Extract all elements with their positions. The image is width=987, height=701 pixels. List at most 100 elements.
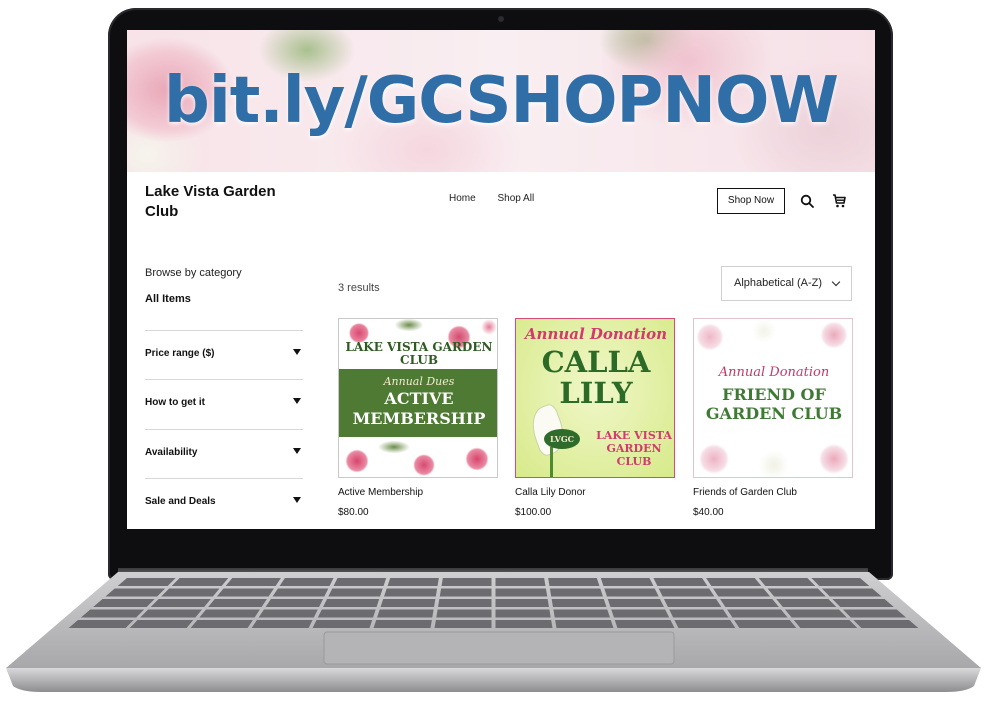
filter-label: Sale and Deals (145, 496, 216, 507)
product-art-script: Annual Dues (383, 375, 455, 388)
filter-price-range[interactable]: Price range ($) (145, 330, 303, 380)
filter-availability[interactable]: Availability (145, 429, 303, 479)
keyboard-key (199, 609, 260, 618)
keyboard-key (611, 609, 670, 618)
keyboard-key (380, 599, 436, 607)
category-all-items[interactable]: All Items (145, 293, 191, 305)
keyboard-key (441, 578, 492, 586)
keyboard-key (93, 599, 155, 607)
keyboard-key (658, 588, 715, 597)
nav-shop-all-link[interactable]: Shop All (497, 193, 534, 204)
product-card-active-membership[interactable]: LAKE VISTA GARDEN CLUB Annual Dues ACTIV… (338, 318, 498, 518)
product-price: $80.00 (338, 507, 369, 518)
filter-how-to-get-it[interactable]: How to get it (145, 379, 303, 429)
promo-banner: bit.ly/GCSHOPNOW (127, 30, 875, 172)
search-icon[interactable] (800, 194, 814, 208)
filter-label: Availability (145, 447, 198, 458)
sort-dropdown[interactable]: Alphabetical (A-Z) (721, 266, 852, 301)
nav-home-link[interactable]: Home (449, 193, 476, 204)
keyboard-key (720, 599, 779, 607)
caret-down-icon (293, 497, 301, 503)
filter-label: Price range ($) (145, 348, 215, 359)
caret-down-icon (293, 349, 301, 355)
keyboard-key (105, 588, 166, 597)
keyboard-key (727, 609, 788, 618)
shop-now-button[interactable]: Shop Now (717, 188, 785, 214)
filter-sale-and-deals[interactable]: Sale and Deals (145, 478, 303, 528)
keyboard-key (312, 620, 373, 628)
keyboard-key (548, 578, 600, 586)
keyboard-key (811, 578, 870, 586)
caret-down-icon (293, 398, 301, 404)
product-name[interactable]: Calla Lily Donor (515, 487, 675, 498)
keyboard-key (653, 578, 708, 586)
results-count: 3 results (338, 282, 380, 294)
product-image[interactable]: Annual Donation CALLA LILY LVGC LAKE VIS… (515, 318, 675, 478)
keyboard-key (438, 599, 492, 607)
filter-label: How to get it (145, 397, 205, 408)
keyboard-key (604, 588, 659, 597)
keyboard-key (225, 578, 281, 586)
keyboard-key (767, 588, 826, 597)
product-image[interactable]: LAKE VISTA GARDEN CLUB Annual Dues ACTIV… (338, 318, 498, 478)
lvgc-badge: LVGC (544, 429, 580, 449)
keyboard-key (208, 599, 267, 607)
product-art-club-name: LAKE VISTA GARDEN CLUB (345, 340, 493, 367)
product-card-friends-of-garden-club[interactable]: Annual Donation FRIEND OF GARDEN CLUB Fr… (693, 318, 853, 518)
keyboard-key (387, 578, 439, 586)
club-line: LAKE VISTA (596, 429, 672, 442)
keyboard-key (600, 578, 654, 586)
keyboard-key (80, 609, 145, 618)
product-name[interactable]: Friends of Garden Club (693, 487, 853, 498)
keyboard-key (669, 609, 729, 618)
keyboard-key (434, 620, 492, 628)
keyboard-key (551, 599, 607, 607)
keyboard-key (317, 609, 376, 618)
product-name[interactable]: Active Membership (338, 487, 498, 498)
keyboard-key (377, 609, 434, 618)
product-art-club-name: LAKE VISTA GARDEN CLUB (594, 429, 674, 468)
keyboard-key (674, 620, 736, 628)
keyboard-key (784, 609, 847, 618)
keyboard-key (373, 620, 432, 628)
keyboard-key (555, 620, 614, 628)
product-art-title-line2: MEMBERSHIP (352, 409, 486, 428)
keyboard-key (161, 588, 220, 597)
product-art-title-line2: LILY (559, 376, 633, 410)
chevron-down-icon (831, 277, 841, 287)
sort-selected-value: Alphabetical (A-Z) (734, 277, 823, 289)
product-art-title: FRIEND OF GARDEN CLUB (694, 385, 852, 423)
keyboard-key (258, 609, 318, 618)
keyboard-key (495, 599, 549, 607)
banner-url-text[interactable]: bit.ly/GCSHOPNOW (127, 64, 875, 138)
keyboard-key (436, 609, 492, 618)
keyboard-key (553, 609, 610, 618)
keyboard-key (117, 578, 176, 586)
keyboard-key (150, 599, 211, 607)
keyboard-key (495, 578, 546, 586)
keyboard-key (776, 599, 837, 607)
keyboard-key (272, 588, 329, 597)
keyboard-key (216, 588, 274, 597)
keyboard-key (713, 588, 771, 597)
product-image[interactable]: Annual Donation FRIEND OF GARDEN CLUB (693, 318, 853, 478)
club-line: GARDEN (606, 442, 662, 455)
browser-viewport: bit.ly/GCSHOPNOW Lake Vista Garden Club … (127, 30, 875, 529)
keyboard-key (328, 588, 383, 597)
product-art-title-line1: FRIEND OF (722, 385, 826, 404)
keyboard-key (832, 599, 894, 607)
keyboard-key (607, 599, 664, 607)
site-logo-text[interactable]: Lake Vista Garden Club (145, 182, 295, 222)
keyboard-key (614, 620, 675, 628)
keyboard-key (821, 588, 882, 597)
keyboard-key (323, 599, 380, 607)
laptop-base (6, 572, 981, 692)
keyboard-key (384, 588, 438, 597)
keyboard-key (793, 620, 858, 628)
keyboard-key (495, 620, 553, 628)
product-card-calla-lily[interactable]: Annual Donation CALLA LILY LVGC LAKE VIS… (515, 318, 675, 518)
cart-icon[interactable] (831, 193, 847, 209)
keyboard-key (439, 588, 492, 597)
keyboard-key (190, 620, 253, 628)
keyboard-key (279, 578, 334, 586)
